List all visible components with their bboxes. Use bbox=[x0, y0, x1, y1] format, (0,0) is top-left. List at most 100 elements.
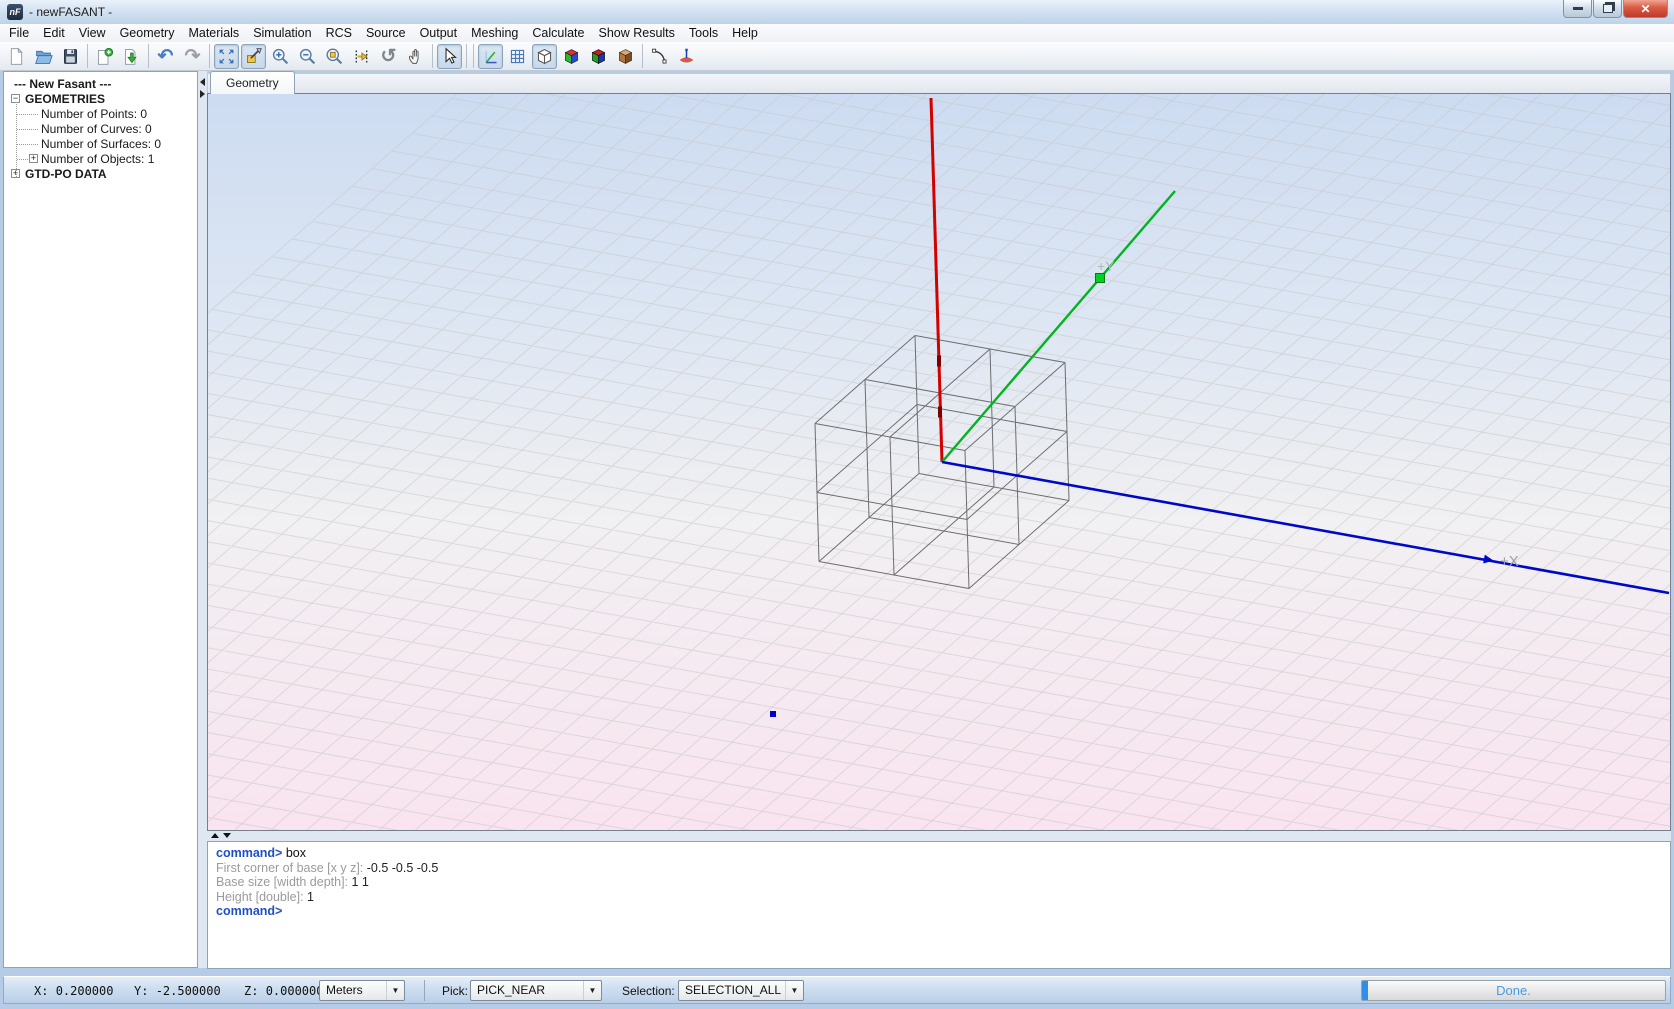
console-output-label: Height [double]: bbox=[216, 890, 307, 904]
restore-button[interactable] bbox=[1593, 0, 1622, 18]
x-axis bbox=[942, 462, 1669, 593]
tree-item-number-of-points-0[interactable]: Number of Points: 0 bbox=[4, 107, 197, 122]
chevron-down-icon: ▼ bbox=[785, 981, 803, 1000]
tree-rows: −GEOMETRIESNumber of Points: 0Number of … bbox=[4, 92, 197, 182]
status-bar: X: 0.200000 Y: -2.500000 Z: 0.000000 Met… bbox=[3, 976, 1671, 1004]
selection-select[interactable]: SELECTION_ALL ▼ bbox=[678, 980, 804, 1001]
command-prompt: command> bbox=[216, 904, 282, 918]
expand-up-icon[interactable] bbox=[211, 833, 219, 838]
tree-item-number-of-objects-1[interactable]: +Number of Objects: 1 bbox=[4, 152, 197, 167]
import-button[interactable] bbox=[119, 44, 144, 69]
tree-splitter[interactable] bbox=[198, 71, 207, 968]
zoom-in-button[interactable] bbox=[268, 44, 293, 69]
menu-item-simulation[interactable]: Simulation bbox=[246, 24, 318, 42]
select-button[interactable] bbox=[437, 44, 462, 69]
tree-item-geometries[interactable]: −GEOMETRIES bbox=[4, 92, 197, 107]
axes-toggle-button[interactable] bbox=[478, 44, 503, 69]
toolbar-separator bbox=[473, 44, 474, 68]
collapse-left-icon[interactable] bbox=[200, 78, 205, 86]
menu-item-file[interactable]: File bbox=[2, 24, 36, 42]
curve-tool-button[interactable] bbox=[647, 44, 672, 69]
selection-value: SELECTION_ALL bbox=[685, 983, 781, 997]
console-output-label: Base size [width depth]: bbox=[216, 875, 352, 889]
toolbar-separator bbox=[466, 44, 467, 68]
console-output-value: -0.5 -0.5 -0.5 bbox=[367, 861, 439, 875]
redo-button[interactable]: ↷ bbox=[180, 44, 205, 69]
pan-button[interactable] bbox=[403, 44, 428, 69]
tree-item-label: GEOMETRIES bbox=[25, 92, 105, 107]
close-button[interactable]: ✕ bbox=[1623, 0, 1668, 18]
progress-bar: Done. bbox=[1361, 980, 1666, 1001]
hidden-line-view-button[interactable] bbox=[586, 44, 611, 69]
select-cursor-icon bbox=[440, 47, 459, 66]
menu-item-meshing[interactable]: Meshing bbox=[464, 24, 525, 42]
open-button[interactable] bbox=[31, 44, 56, 69]
tab-geometry[interactable]: Geometry bbox=[210, 71, 295, 94]
cursor-x-coordinate: X: 0.200000 bbox=[34, 984, 113, 998]
menu-item-source[interactable]: Source bbox=[359, 24, 413, 42]
collapse-down-icon[interactable] bbox=[223, 833, 231, 838]
minimize-icon bbox=[1573, 7, 1583, 10]
axes-triad-icon bbox=[481, 47, 500, 66]
tree-item-label: GTD-PO DATA bbox=[25, 167, 107, 182]
x-axis-label: +X bbox=[1500, 553, 1519, 570]
zoom-out-button[interactable] bbox=[295, 44, 320, 69]
menu-item-help[interactable]: Help bbox=[725, 24, 765, 42]
pick-select[interactable]: PICK_NEAR ▼ bbox=[470, 980, 602, 1001]
draw-tool-button[interactable] bbox=[241, 44, 266, 69]
expand-node-icon[interactable]: + bbox=[29, 154, 38, 163]
rotate-view-button[interactable]: ↺ bbox=[376, 44, 401, 69]
solid-view-button[interactable] bbox=[559, 44, 584, 69]
menu-item-tools[interactable]: Tools bbox=[682, 24, 725, 42]
tree-item-label: Number of Surfaces: 0 bbox=[41, 137, 161, 152]
menu-item-geometry[interactable]: Geometry bbox=[113, 24, 182, 42]
geometry-viewport[interactable]: +X+Y bbox=[207, 93, 1671, 831]
z-axis-tick bbox=[938, 407, 942, 418]
cube-solid-icon bbox=[562, 47, 581, 66]
command-console[interactable]: command> boxFirst corner of base [x y z]… bbox=[207, 841, 1671, 969]
menu-item-output[interactable]: Output bbox=[413, 24, 465, 42]
tree-item-number-of-curves-0[interactable]: Number of Curves: 0 bbox=[4, 122, 197, 137]
expand-right-icon[interactable] bbox=[200, 90, 205, 98]
console-output-value: 1 1 bbox=[352, 875, 369, 889]
undo-button[interactable]: ↶ bbox=[153, 44, 178, 69]
menu-item-calculate[interactable]: Calculate bbox=[525, 24, 591, 42]
console-output-label: First corner of base [x y z]: bbox=[216, 861, 367, 875]
redo-arrow-icon: ↷ bbox=[185, 47, 201, 66]
minimize-button[interactable] bbox=[1563, 0, 1592, 18]
move-view-icon bbox=[352, 47, 371, 66]
menu-item-rcs[interactable]: RCS bbox=[319, 24, 359, 42]
console-line: Height [double]: 1 bbox=[216, 890, 1670, 905]
close-icon: ✕ bbox=[1640, 2, 1650, 16]
normals-button[interactable] bbox=[674, 44, 699, 69]
fit-view-button[interactable] bbox=[214, 44, 239, 69]
add-page-button[interactable] bbox=[92, 44, 117, 69]
menu-item-edit[interactable]: Edit bbox=[36, 24, 72, 42]
new-file-button[interactable] bbox=[4, 44, 29, 69]
menu-item-show-results[interactable]: Show Results bbox=[591, 24, 681, 42]
tab-strip bbox=[207, 73, 1671, 93]
units-select[interactable]: Meters ▼ bbox=[319, 980, 405, 1001]
fit-view-icon bbox=[217, 47, 236, 66]
zoom-window-button[interactable] bbox=[322, 44, 347, 69]
viewport-canvas[interactable]: +X+Y bbox=[208, 94, 1670, 830]
curve-arc-icon bbox=[650, 47, 669, 66]
save-button[interactable] bbox=[58, 44, 83, 69]
progress-text: Done. bbox=[1362, 981, 1665, 1000]
menu-item-materials[interactable]: Materials bbox=[181, 24, 246, 42]
console-splitter[interactable] bbox=[207, 831, 1671, 841]
wireframe-view-button[interactable] bbox=[532, 44, 557, 69]
y-axis-handle bbox=[1096, 274, 1105, 283]
z-axis-tick bbox=[937, 356, 941, 367]
cube-wireframe-icon bbox=[535, 47, 554, 66]
chevron-down-icon: ▼ bbox=[583, 981, 601, 1000]
toolbar-separator bbox=[432, 44, 433, 68]
project-tree-panel: --- New Fasant --- −GEOMETRIESNumber of … bbox=[3, 71, 198, 968]
move-view-button[interactable] bbox=[349, 44, 374, 69]
grid-toggle-button[interactable] bbox=[505, 44, 530, 69]
tree-connector bbox=[17, 144, 38, 145]
menu-item-view[interactable]: View bbox=[72, 24, 113, 42]
tree-item-gtd-po-data[interactable]: +GTD-PO DATA bbox=[4, 167, 197, 182]
tree-item-number-of-surfaces-0[interactable]: Number of Surfaces: 0 bbox=[4, 137, 197, 152]
flat-view-button[interactable] bbox=[613, 44, 638, 69]
